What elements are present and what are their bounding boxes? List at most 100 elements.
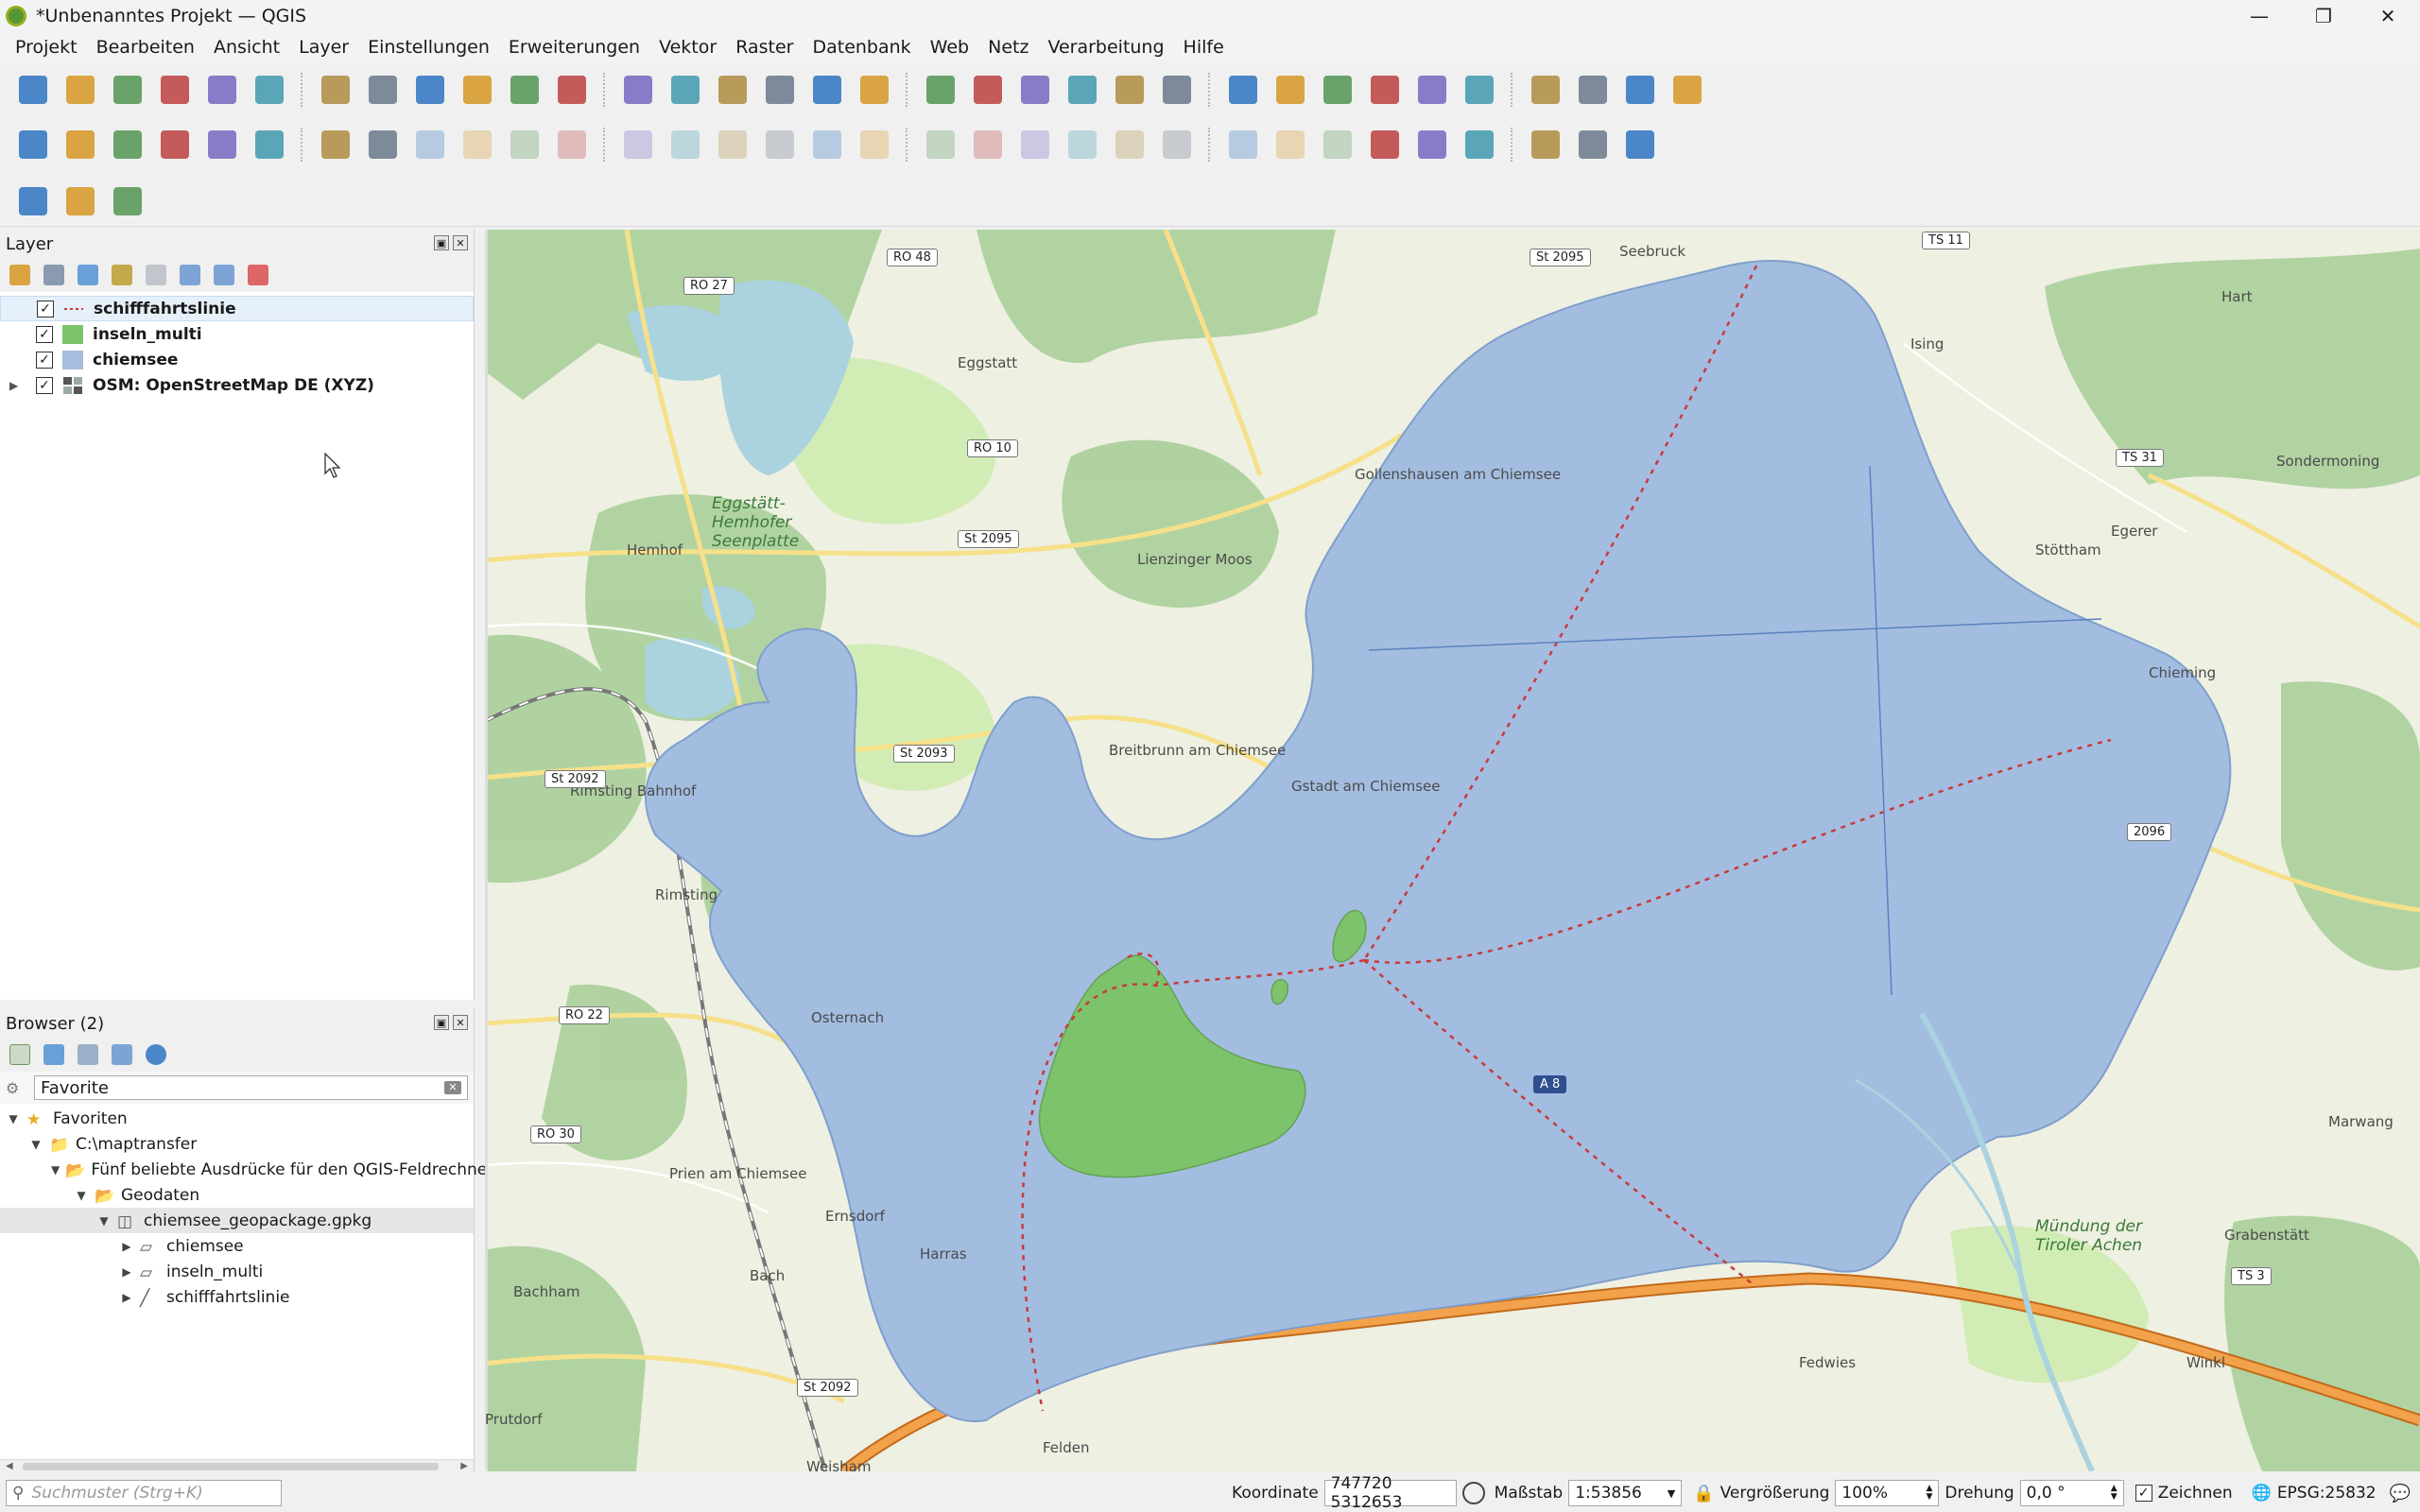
filter-expression-icon[interactable] xyxy=(146,265,166,285)
new-3d-view-button[interactable] xyxy=(855,70,894,110)
browser-tree-item[interactable]: ▶ ▱ inseln_multi xyxy=(0,1259,474,1284)
add-wms-button[interactable] xyxy=(250,125,289,164)
crs-label[interactable]: EPSG:25832 xyxy=(2277,1484,2377,1503)
browser-tree-item[interactable]: ▼ 📂 Fünf beliebte Ausdrücke für den QGIS-F… xyxy=(0,1157,487,1182)
label-change-button[interactable] xyxy=(1110,125,1150,164)
collapse-arrow-icon[interactable]: ▼ xyxy=(28,1138,43,1151)
new-map-view-button[interactable] xyxy=(807,70,847,110)
qms-button[interactable] xyxy=(1460,125,1499,164)
collapse-arrow-icon[interactable]: ▼ xyxy=(96,1214,112,1228)
expand-arrow-icon[interactable]: ▶ xyxy=(119,1265,134,1279)
layout-manager-button[interactable] xyxy=(202,70,242,110)
cloud-plugin-button[interactable] xyxy=(108,181,147,221)
zoom-out-button[interactable] xyxy=(458,70,497,110)
lock-scale-icon[interactable]: 🔒 xyxy=(1693,1484,1714,1503)
show-bookmarks-button[interactable] xyxy=(968,70,1008,110)
menu-datenbank[interactable]: Datenbank xyxy=(803,37,920,58)
expand-arrow-icon[interactable]: ▶ xyxy=(119,1240,134,1253)
pan-button[interactable] xyxy=(316,70,355,110)
menu-vektor[interactable]: Vektor xyxy=(649,37,726,58)
menu-raster[interactable]: Raster xyxy=(726,37,803,58)
vertex-tool-button[interactable] xyxy=(552,125,592,164)
collapse-all-icon[interactable] xyxy=(214,265,234,285)
refresh-button[interactable] xyxy=(1063,70,1102,110)
toggle-editing-button[interactable] xyxy=(410,125,450,164)
browser-filter-input[interactable]: Favorite ✕ xyxy=(34,1075,468,1100)
save-edits-button[interactable] xyxy=(458,125,497,164)
style-panel-icon[interactable] xyxy=(9,265,30,285)
rotation-spinbox[interactable]: 0,0 ° ▲ ▼ xyxy=(2019,1480,2124,1506)
layer-row-schifffahrtslinie[interactable]: ✓ schifffahrtslinie xyxy=(0,296,474,321)
menu-erweiterungen[interactable]: Erweiterungen xyxy=(499,37,649,58)
maximize-button[interactable]: ❐ xyxy=(2291,0,2356,32)
add-group-icon[interactable] xyxy=(43,265,64,285)
map-canvas[interactable]: Seebruck Eggstatt Ising Hart Sondermoning Gol… xyxy=(485,230,2420,1471)
label-highlight-button[interactable] xyxy=(1063,125,1102,164)
select-location-button[interactable] xyxy=(1270,70,1310,110)
filter-browser-icon[interactable] xyxy=(78,1044,98,1065)
menu-projekt[interactable]: Projekt xyxy=(6,37,87,58)
horizontal-scrollbar[interactable]: ◀ ▶ xyxy=(0,1459,474,1472)
close-panel-button[interactable]: ✕ xyxy=(453,235,468,250)
refresh-icon[interactable] xyxy=(43,1044,64,1065)
manage-map-themes-icon[interactable] xyxy=(78,265,98,285)
save-project-button[interactable] xyxy=(108,70,147,110)
menu-ansicht[interactable]: Ansicht xyxy=(204,37,289,58)
locator-settings-button[interactable] xyxy=(1668,70,1707,110)
zoom-native-button[interactable] xyxy=(666,70,705,110)
add-selected-layers-icon[interactable] xyxy=(9,1044,30,1065)
layer-visibility-checkbox[interactable]: ✓ xyxy=(37,300,54,318)
close-panel-button[interactable]: ✕ xyxy=(453,1015,468,1030)
open-field-calculator-button[interactable] xyxy=(1526,70,1565,110)
menu-hilfe[interactable]: Hilfe xyxy=(1174,37,1234,58)
messages-icon[interactable]: 💬 xyxy=(2390,1484,2411,1503)
collapse-arrow-icon[interactable]: ▼ xyxy=(74,1189,89,1202)
add-delimited-text-button[interactable] xyxy=(108,125,147,164)
redo-button[interactable] xyxy=(921,125,960,164)
measure-angle-button[interactable] xyxy=(60,181,100,221)
python-console-button[interactable] xyxy=(1573,125,1613,164)
new-bookmark-button[interactable] xyxy=(921,70,960,110)
float-panel-button[interactable]: ▣ xyxy=(434,1015,449,1030)
collapse-arrow-icon[interactable]: ▼ xyxy=(6,1112,21,1125)
zoom-last-button[interactable] xyxy=(713,70,752,110)
add-raster-layer-button[interactable] xyxy=(60,125,100,164)
globe-button[interactable] xyxy=(1412,125,1452,164)
minimize-button[interactable]: — xyxy=(2227,0,2291,32)
menu-netz[interactable]: Netz xyxy=(978,37,1038,58)
help-button[interactable] xyxy=(1620,125,1660,164)
attribute-table-button[interactable] xyxy=(1365,70,1405,110)
undo-button[interactable] xyxy=(855,125,894,164)
zoom-to-layer-button[interactable] xyxy=(618,70,658,110)
scale-combobox[interactable]: 1:53856 ▼ xyxy=(1568,1480,1683,1506)
properties-info-icon[interactable] xyxy=(146,1044,166,1065)
zoom-full-button[interactable] xyxy=(505,70,544,110)
clear-filter-icon[interactable]: ✕ xyxy=(444,1081,461,1094)
label-diagram-button[interactable] xyxy=(1318,125,1357,164)
expand-all-icon[interactable] xyxy=(180,265,200,285)
new-print-layout-button[interactable] xyxy=(155,70,195,110)
float-panel-button[interactable]: ▣ xyxy=(434,235,449,250)
temporal-controller-button[interactable] xyxy=(1015,70,1055,110)
coordinate-field[interactable]: 747720 5312653 xyxy=(1323,1474,1457,1512)
browser-tree-item[interactable]: ▼ ◫ chiemsee_geopackage.gpkg xyxy=(0,1208,474,1233)
label-button[interactable] xyxy=(968,125,1008,164)
layer-visibility-checkbox[interactable]: ✓ xyxy=(36,376,53,394)
modify-attributes-button[interactable] xyxy=(618,125,658,164)
zoom-in-button[interactable] xyxy=(410,70,450,110)
filter-legend-icon[interactable] xyxy=(112,265,132,285)
add-spatialite-button[interactable] xyxy=(155,125,195,164)
locator-search-input[interactable]: ⚲ Suchmuster (Strg+K) xyxy=(6,1480,282,1506)
menu-verarbeitung[interactable]: Verarbeitung xyxy=(1038,37,1173,58)
browser-tree-item[interactable]: ▼ 📂 Geodaten xyxy=(0,1182,474,1208)
cut-features-button[interactable] xyxy=(713,125,752,164)
openlayers-button[interactable] xyxy=(1526,125,1565,164)
select-by-value-button[interactable] xyxy=(1157,70,1197,110)
layer-visibility-checkbox[interactable]: ✓ xyxy=(36,325,53,343)
locator-search-button[interactable] xyxy=(13,181,53,221)
current-edits-button[interactable] xyxy=(363,125,403,164)
label-rotate-button[interactable] xyxy=(1223,125,1263,164)
delete-selected-button[interactable] xyxy=(666,125,705,164)
layer-row-osm[interactable]: ▶ ✓ OSM: OpenStreetMap DE (XYZ) xyxy=(0,372,474,398)
close-button[interactable]: ✕ xyxy=(2356,0,2420,32)
